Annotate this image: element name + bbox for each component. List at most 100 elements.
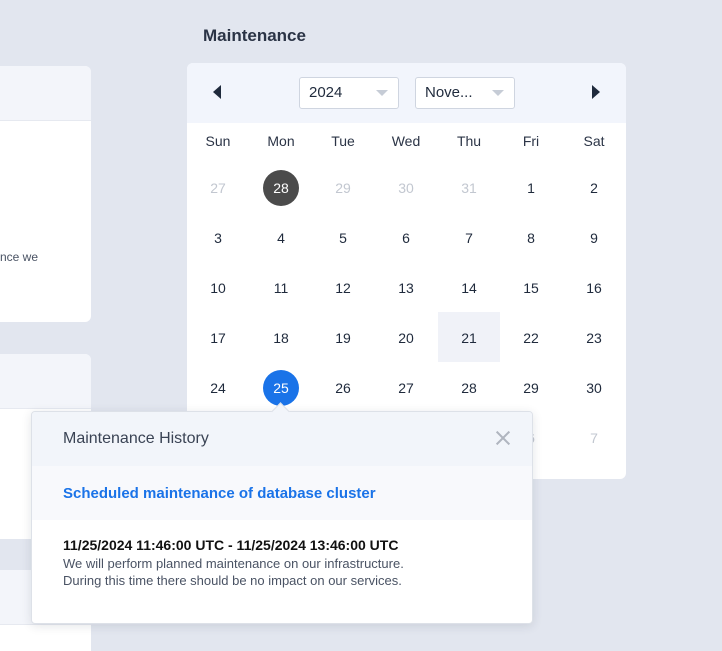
year-select[interactable]: 2024	[299, 77, 399, 109]
chevron-down-icon	[376, 90, 388, 96]
calendar-day-number: 3	[214, 230, 222, 247]
calendar-day-number: 11	[273, 280, 289, 297]
calendar-day[interactable]: 26	[312, 362, 374, 412]
calendar-day-number: 2	[590, 180, 598, 197]
popup-header: Maintenance History	[32, 412, 532, 466]
calendar-day-number: 7	[465, 230, 473, 247]
left-card-top-header	[0, 66, 91, 121]
weekday-label: Thu	[456, 133, 482, 149]
calendar-day[interactable]: 11	[250, 262, 312, 312]
calendar-day[interactable]: 14	[438, 262, 500, 312]
calendar-day[interactable]: 16	[563, 262, 625, 312]
calendar-day-number: 27	[210, 180, 226, 197]
calendar-day[interactable]: 4	[250, 212, 312, 262]
month-select[interactable]: Nove...	[415, 77, 515, 109]
calendar-day-number: 8	[527, 230, 535, 247]
prev-month-arrow-icon[interactable]	[213, 85, 221, 99]
year-select-value: 2024	[309, 84, 343, 101]
calendar-day-number: 9	[590, 230, 598, 247]
event-row: Scheduled maintenance of database cluste…	[32, 466, 532, 520]
calendar-day[interactable]: 29	[500, 362, 562, 412]
month-select-value: Nove...	[425, 84, 473, 101]
calendar-day[interactable]: 23	[563, 312, 625, 362]
calendar-day-number: 1	[527, 180, 535, 197]
event-description-line-1: We will perform planned maintenance on o…	[63, 556, 404, 571]
calendar-day-number: 28	[263, 170, 299, 207]
calendar-day[interactable]: 31	[438, 162, 500, 212]
calendar-day[interactable]: 22	[500, 312, 562, 362]
weekday-header-row: Sun Mon Tue Wed Thu Fri Sat	[187, 133, 626, 153]
calendar-day[interactable]: 1	[500, 162, 562, 212]
left-card-top: nce we	[0, 66, 91, 322]
left-card-middle-header	[0, 354, 91, 409]
chevron-down-icon	[492, 90, 504, 96]
weekday-label: Sun	[205, 133, 231, 149]
calendar-day-number: 13	[398, 280, 414, 297]
popup-title: Maintenance History	[63, 430, 209, 447]
calendar-day[interactable]: 28	[438, 362, 500, 412]
calendar-day-number: 10	[210, 280, 226, 297]
calendar-day-number: 24	[210, 380, 226, 397]
left-card-snippet: nce we	[0, 250, 39, 264]
calendar-day[interactable]: 19	[312, 312, 374, 362]
calendar-day[interactable]: 3	[187, 212, 249, 262]
calendar-day[interactable]: 13	[375, 262, 437, 312]
calendar-day[interactable]: 17	[187, 312, 249, 362]
event-title-link[interactable]: Scheduled maintenance of database cluste…	[63, 485, 376, 502]
calendar-day-number: 19	[335, 330, 351, 347]
weekday-label: Mon	[267, 133, 295, 149]
calendar-day-number: 22	[523, 330, 539, 347]
calendar-day-number: 29	[335, 180, 351, 197]
calendar-day-number: 21	[461, 330, 477, 347]
calendar-day-number: 14	[461, 280, 477, 297]
calendar-day-number: 18	[273, 330, 289, 347]
calendar-day-number: 5	[339, 230, 347, 247]
next-month-arrow-icon[interactable]	[592, 85, 600, 99]
calendar-day[interactable]: 6	[375, 212, 437, 262]
calendar-day-number: 25	[263, 370, 299, 407]
calendar-day-number: 31	[461, 180, 477, 197]
close-icon[interactable]	[494, 429, 512, 447]
calendar-header: 2024 Nove...	[187, 63, 626, 123]
calendar-day-number: 15	[523, 280, 539, 297]
calendar-day-number: 27	[398, 380, 414, 397]
calendar-day[interactable]: 27	[375, 362, 437, 412]
event-description-line-2: During this time there should be no impa…	[63, 573, 402, 588]
weekday-label: Wed	[391, 133, 421, 149]
calendar-day[interactable]: 5	[312, 212, 374, 262]
calendar-day[interactable]: 2	[563, 162, 625, 212]
calendar-day[interactable]: 27	[187, 162, 249, 212]
calendar-day[interactable]: 9	[563, 212, 625, 262]
calendar-day-number: 26	[335, 380, 351, 397]
calendar-day-number: 30	[586, 380, 602, 397]
event-description: We will perform planned maintenance on o…	[63, 555, 404, 589]
calendar-day-number: 23	[586, 330, 602, 347]
maintenance-history-popup: Maintenance History Scheduled maintenanc…	[31, 411, 533, 624]
weekday-label: Fri	[522, 133, 540, 149]
event-time-range: 11/25/2024 11:46:00 UTC - 11/25/2024 13:…	[63, 537, 399, 553]
calendar-day[interactable]: 30	[563, 362, 625, 412]
calendar-day[interactable]: 20	[375, 312, 437, 362]
calendar-day[interactable]: 7	[438, 212, 500, 262]
calendar-day-number: 12	[335, 280, 351, 297]
calendar-day[interactable]: 28	[250, 162, 312, 212]
calendar-day[interactable]: 8	[500, 212, 562, 262]
calendar-day[interactable]: 18	[250, 312, 312, 362]
calendar-day[interactable]: 30	[375, 162, 437, 212]
calendar-day[interactable]: 10	[187, 262, 249, 312]
calendar-day-number: 29	[523, 380, 539, 397]
calendar-day[interactable]: 7	[563, 412, 625, 462]
weekday-label: Tue	[331, 133, 355, 149]
calendar-day[interactable]: 21	[438, 312, 500, 362]
calendar-day-number: 7	[590, 430, 598, 447]
calendar-day[interactable]: 29	[312, 162, 374, 212]
calendar-day-number: 28	[461, 380, 477, 397]
calendar-day[interactable]: 12	[312, 262, 374, 312]
calendar-day-number: 6	[402, 230, 410, 247]
calendar-day[interactable]: 24	[187, 362, 249, 412]
section-title: Maintenance	[203, 26, 306, 45]
weekday-label: Sat	[583, 133, 605, 149]
calendar-day[interactable]: 15	[500, 262, 562, 312]
calendar-day-number: 4	[277, 230, 285, 247]
calendar-day-number: 30	[398, 180, 414, 197]
